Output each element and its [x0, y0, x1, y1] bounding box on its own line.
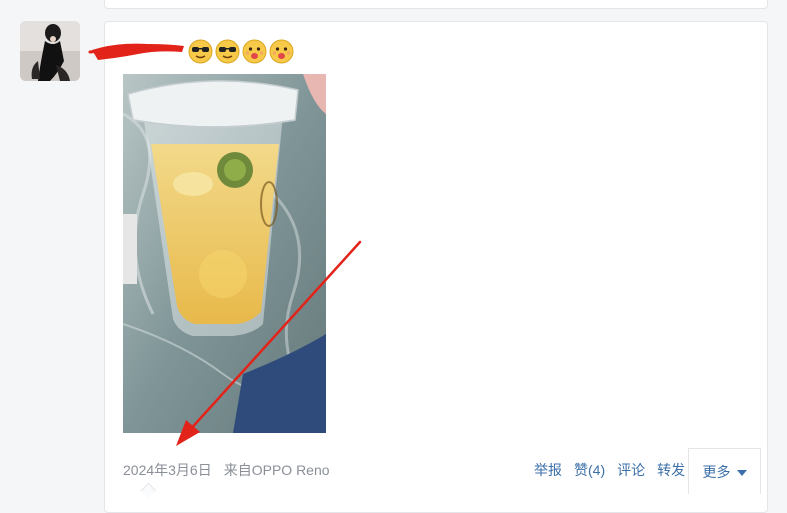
like-button[interactable]: 赞(4) [574, 460, 605, 480]
post-photo[interactable] [123, 74, 326, 433]
avatar-photo [20, 21, 80, 81]
more-button[interactable]: 更多 [688, 448, 761, 494]
avatar[interactable] [20, 21, 80, 81]
more-label: 更多 [702, 463, 731, 480]
post-date[interactable]: 2024年3月6日 [123, 460, 212, 480]
comment-button[interactable]: 评论 [617, 460, 645, 480]
previous-post-card [104, 0, 768, 9]
post-text [88, 38, 294, 64]
post-source: 来自OPPO Reno [223, 462, 330, 478]
share-button[interactable]: 转发 [657, 460, 685, 480]
sunglasses-emoji-icon [188, 39, 213, 63]
post-meta: 2024年3月6日 来自OPPO Reno [123, 460, 330, 480]
tongue-emoji-icon [269, 39, 294, 63]
report-button[interactable]: 举报 [534, 460, 562, 480]
sunglasses-emoji-icon [215, 39, 240, 63]
redacted-username [88, 43, 184, 60]
triangle-down-icon [736, 469, 747, 476]
post-actions: 举报 赞(4) 评论 转发 [534, 460, 685, 480]
tongue-emoji-icon [242, 39, 267, 63]
drink-photo-image [123, 74, 326, 433]
